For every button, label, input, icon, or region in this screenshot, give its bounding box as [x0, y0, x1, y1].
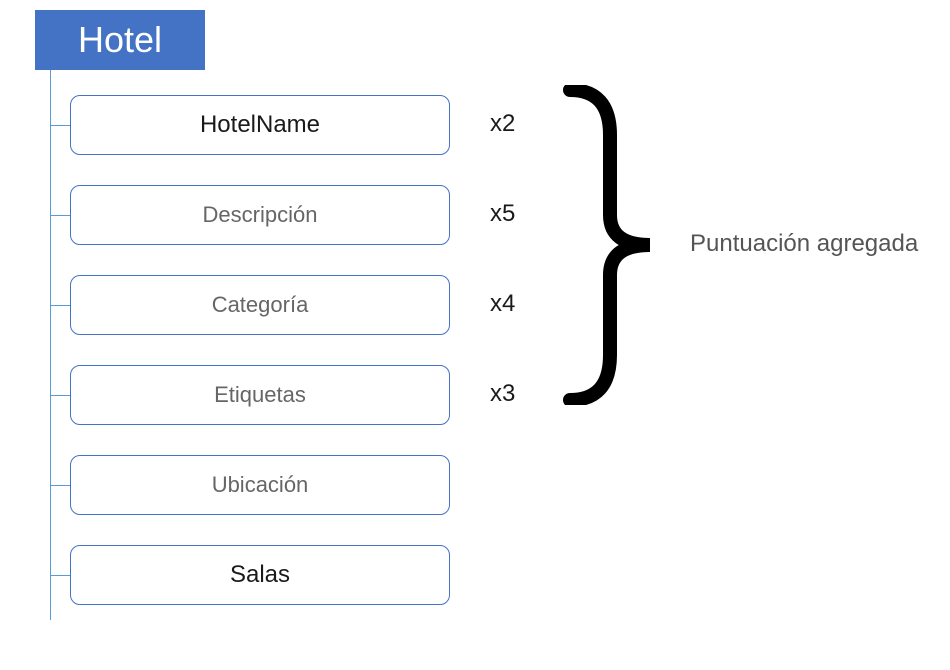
field-label: Salas [230, 561, 290, 589]
field-label: HotelName [200, 111, 320, 139]
field-label: Categoría [212, 292, 309, 318]
multiplier-categoria: x4 [490, 290, 515, 318]
field-label: Ubicación [212, 472, 309, 498]
tree-line-main-vertical [50, 70, 51, 620]
curly-brace-icon [560, 85, 680, 405]
tree-connector-1 [50, 125, 70, 126]
field-node-etiquetas: Etiquetas [70, 365, 450, 425]
tree-connector-5 [50, 485, 70, 486]
aggregate-score-label: Puntuación agregada [690, 230, 918, 258]
field-node-salas: Salas [70, 545, 450, 605]
field-label: Descripción [203, 202, 318, 228]
field-label: Etiquetas [214, 382, 306, 408]
root-node-hotel: Hotel [35, 10, 205, 70]
root-label: Hotel [78, 19, 162, 61]
field-node-descripcion: Descripción [70, 185, 450, 245]
field-node-categoria: Categoría [70, 275, 450, 335]
multiplier-etiquetas: x3 [490, 380, 515, 408]
tree-connector-6 [50, 575, 70, 576]
tree-connector-3 [50, 305, 70, 306]
tree-connector-4 [50, 395, 70, 396]
field-node-ubicacion: Ubicación [70, 455, 450, 515]
field-node-hotelname: HotelName [70, 95, 450, 155]
tree-connector-2 [50, 215, 70, 216]
multiplier-hotelname: x2 [490, 110, 515, 138]
multiplier-descripcion: x5 [490, 200, 515, 228]
